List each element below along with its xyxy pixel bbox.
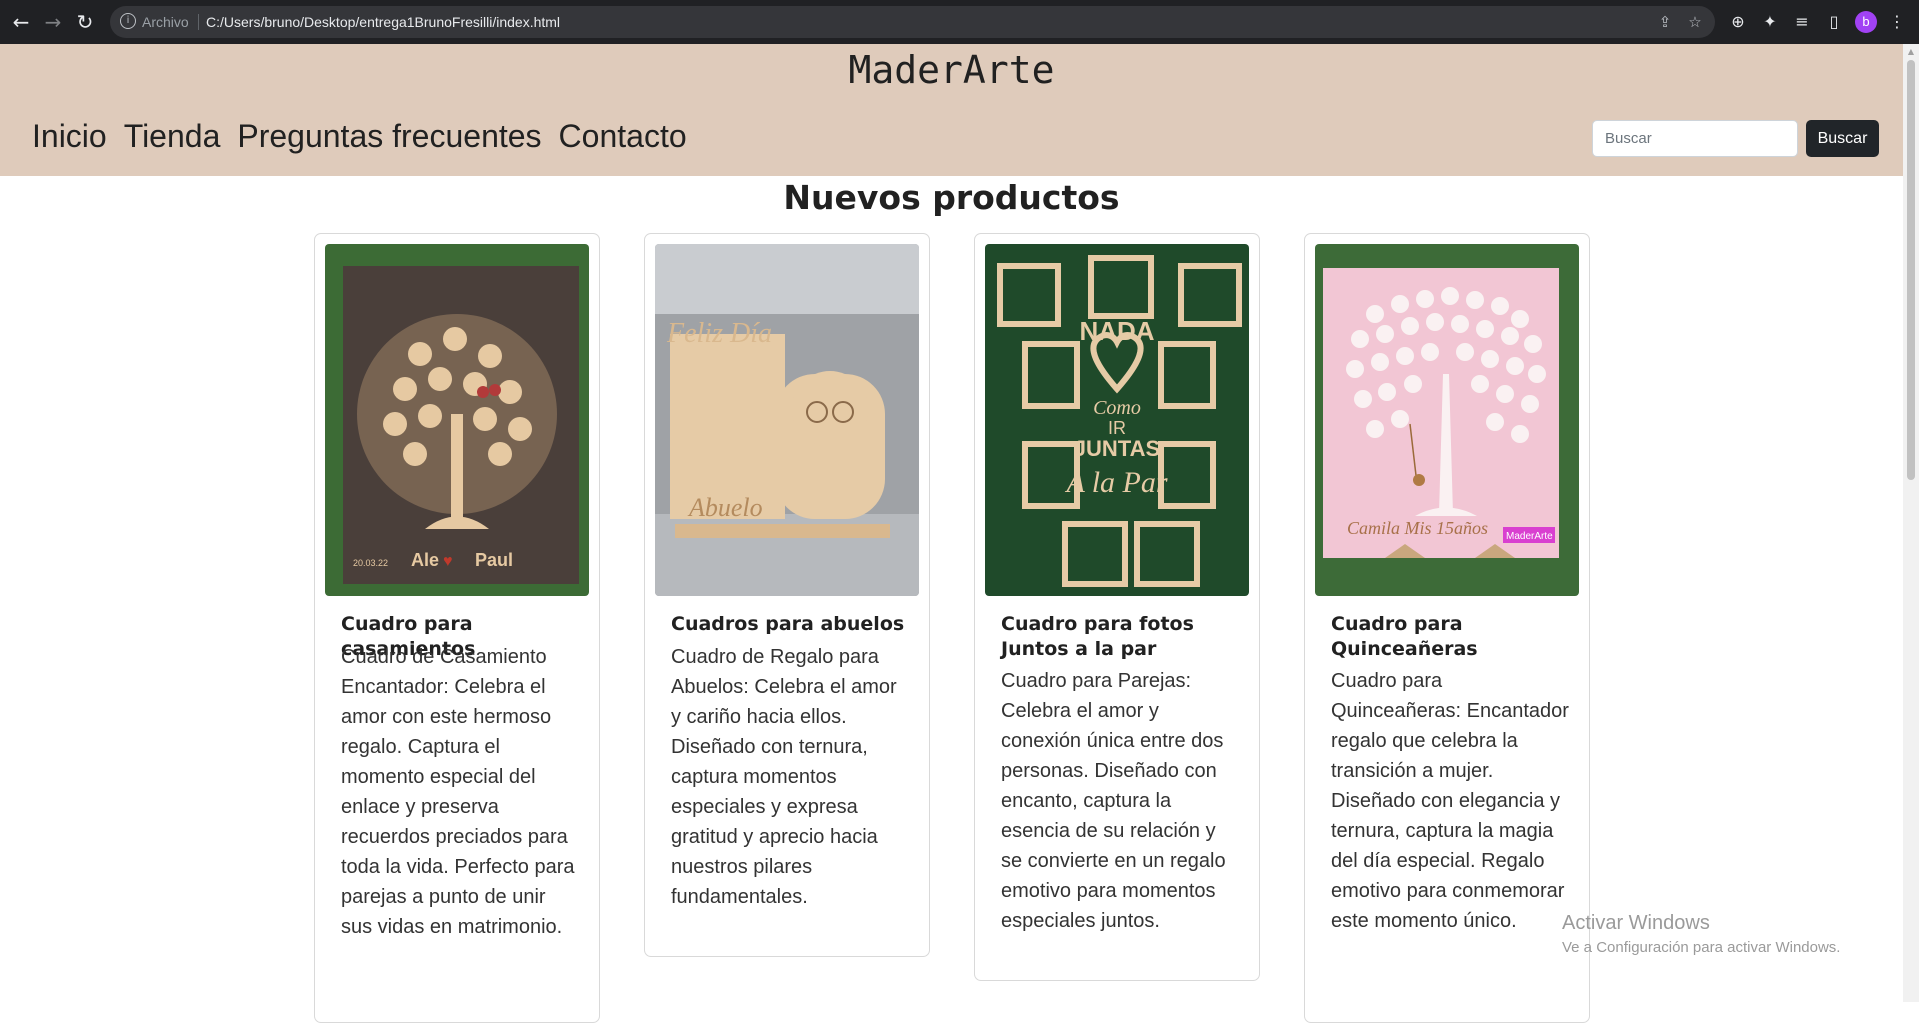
watermark-title: Activar Windows [1562, 912, 1710, 934]
forward-icon[interactable]: → [41, 10, 65, 34]
svg-text:♥: ♥ [443, 553, 453, 570]
product-image-photo-frame: NADA Como IR JUNTAS A la Par [985, 244, 1249, 596]
image-como-text: Como [1093, 397, 1141, 419]
scroll-up-icon[interactable]: ▲ [1907, 48, 1915, 56]
section-title: Nuevos productos [783, 178, 1120, 217]
page-scrollbar[interactable]: ▲ [1903, 44, 1919, 1002]
search-button[interactable]: Buscar [1806, 120, 1879, 157]
browser-toolbar: ← → ↻ i Archivo C:/Users/bruno/Desktop/e… [0, 0, 1919, 44]
product-card[interactable]: Camila Mis 15años MaderArte Cuadro para … [1304, 233, 1590, 1023]
product-card[interactable]: 20.03.22 Ale ♥ Paul Cuadro para casamien… [314, 233, 600, 1023]
extensions-puzzle-icon[interactable]: ✦ [1759, 11, 1781, 33]
image-ir-text: IR [1108, 418, 1126, 438]
image-camila-text: Camila Mis 15años [1347, 518, 1488, 538]
product-image-quinceanera-tree: Camila Mis 15años MaderArte [1315, 244, 1579, 596]
image-maderarte-watermark: MaderArte [1506, 531, 1553, 542]
nav-link-tienda[interactable]: Tienda [124, 118, 221, 155]
image-name-paul: Paul [475, 550, 513, 570]
info-icon[interactable]: i [120, 13, 136, 29]
image-a-la-par-text: A la Par [1064, 466, 1167, 499]
product-title: Cuadros para abuelos [671, 613, 905, 635]
profile-avatar[interactable]: b [1855, 11, 1877, 33]
nav-link-contacto[interactable]: Contacto [559, 118, 687, 155]
product-title: Cuadro para Quinceañeras [1331, 613, 1478, 660]
windows-activation-watermark: Activar Windows Ve a Configuración para … [1562, 912, 1840, 956]
search-input[interactable] [1592, 120, 1798, 157]
omnibox-divider [198, 14, 199, 30]
watermark-subtitle: Ve a Configuración para activar Windows. [1562, 939, 1841, 956]
menu-kebab-icon[interactable]: ⋮ [1886, 11, 1908, 33]
scroll-thumb[interactable] [1907, 60, 1915, 480]
product-description: Cuadro para Parejas: Celebra el amor y c… [1001, 670, 1226, 932]
product-card[interactable]: NADA Como IR JUNTAS A la Par Cuadro para… [974, 233, 1260, 981]
omnibox-scheme-label: Archivo [142, 14, 189, 30]
bookmark-star-icon[interactable]: ☆ [1685, 12, 1705, 32]
extension-plus-icon[interactable]: ⊕ [1727, 11, 1749, 33]
address-bar[interactable]: i Archivo C:/Users/bruno/Desktop/entrega… [110, 6, 1715, 38]
image-nada-text: NADA [1079, 316, 1154, 346]
product-description: Cuadro de Casamiento Encantador: Celebra… [341, 646, 575, 938]
nav-link-preguntas-frecuentes[interactable]: Preguntas frecuentes [237, 118, 541, 155]
back-icon[interactable]: ← [9, 10, 33, 34]
product-image-grandpa: Feliz Día Abuelo [655, 244, 919, 596]
image-abuelo-text: Abuelo [687, 493, 763, 522]
main-nav: Inicio Tienda Preguntas frecuentes Conta… [32, 118, 687, 155]
media-queue-icon[interactable]: ≡ [1791, 11, 1813, 33]
product-card[interactable]: Feliz Día Abuelo Cuadros para abuelos Cu… [644, 233, 930, 957]
reload-icon[interactable]: ↻ [73, 10, 97, 34]
product-title: Cuadro para fotos Juntos a la par [1001, 613, 1194, 660]
product-description: Cuadro de Regalo para Abuelos: Celebra e… [671, 646, 897, 908]
image-date-text: 20.03.22 [353, 558, 388, 568]
image-name-ale: Ale [411, 550, 439, 570]
product-image-wedding-tree: 20.03.22 Ale ♥ Paul [325, 244, 589, 596]
share-icon[interactable]: ⇪ [1655, 12, 1675, 32]
image-feliz-dia-text: Feliz Día [666, 318, 772, 349]
site-brand: MaderArte [848, 48, 1055, 92]
product-description: Cuadro para Quinceañeras: Encantador reg… [1331, 670, 1569, 932]
image-juntas-text: JUNTAS [1074, 436, 1160, 461]
url-text[interactable]: C:/Users/bruno/Desktop/entrega1BrunoFres… [206, 14, 560, 30]
side-panel-icon[interactable]: ▯ [1823, 11, 1845, 33]
nav-link-inicio[interactable]: Inicio [32, 118, 107, 155]
site-header: MaderArte Inicio Tienda Preguntas frecue… [0, 44, 1903, 176]
